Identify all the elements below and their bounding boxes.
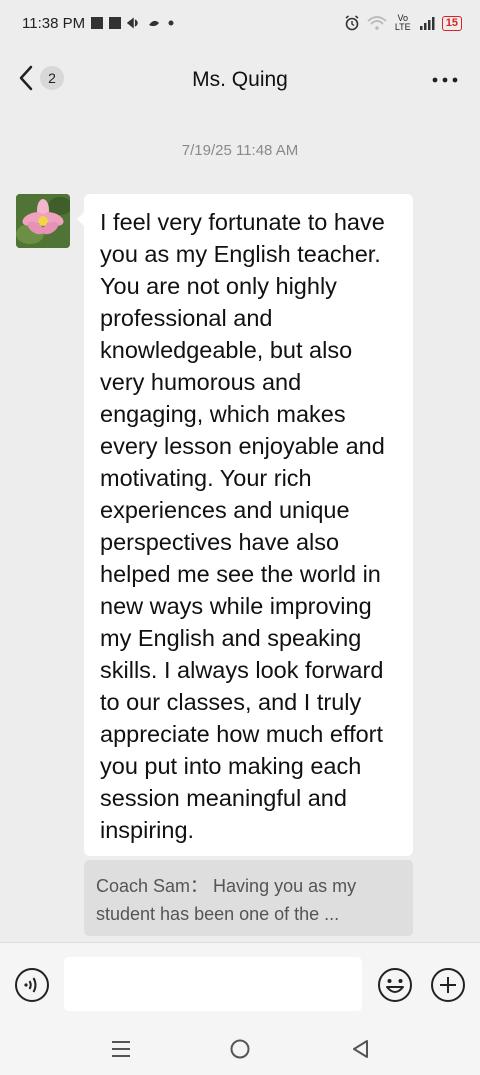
message-timestamp: 7/19/25 11:48 AM — [181, 142, 299, 159]
menu-icon — [112, 1041, 130, 1057]
voice-button[interactable] — [14, 967, 50, 1008]
status-time: 11:38 PM — [22, 14, 86, 32]
more-icon — [432, 77, 458, 83]
quoted-reply[interactable]: Coach Sam： Having you as my student has … — [84, 860, 413, 936]
status-bar: 11:38 PM Vo LTE 15 — [0, 0, 480, 46]
voice-icon — [15, 968, 49, 1002]
input-bar — [0, 942, 480, 1028]
message-bubble[interactable]: I feel very fortunate to have you as my … — [77, 194, 413, 856]
message-text: I feel very fortunate to have you as my … — [100, 209, 385, 843]
chat-title: Ms. Quing — [192, 68, 288, 91]
status-right: Vo LTE 15 — [344, 14, 462, 32]
notification-icon — [91, 17, 104, 29]
system-nav-bar — [0, 1028, 480, 1075]
home-button[interactable] — [229, 1038, 251, 1065]
chat-header: 2 Ms. Quing — [0, 46, 480, 114]
message-input[interactable] — [64, 957, 362, 1011]
wifi-icon — [367, 16, 387, 30]
app-notification-icon — [127, 17, 138, 29]
home-icon — [230, 1039, 250, 1059]
chat-messages[interactable]: 7/19/25 11:48 AM I feel very fortunate t… — [0, 114, 480, 942]
signal-icon — [419, 17, 435, 30]
alarm-icon — [345, 15, 359, 31]
triangle-back-icon — [353, 1040, 368, 1058]
emoji-icon — [378, 968, 412, 1002]
network-label: Vo LTE — [394, 13, 411, 32]
app-notification-icon — [149, 20, 160, 27]
emoji-button[interactable] — [377, 967, 413, 1008]
notification-icon — [109, 17, 122, 29]
battery-indicator: 15 — [441, 15, 462, 31]
contact-avatar[interactable] — [16, 194, 70, 248]
status-left: 11:38 PM — [22, 15, 175, 32]
flower-avatar-icon — [16, 194, 70, 248]
more-button[interactable] — [432, 68, 458, 97]
recent-apps-button[interactable] — [110, 1038, 132, 1065]
system-back-button[interactable] — [350, 1038, 372, 1065]
plus-icon — [431, 968, 465, 1002]
dot-icon — [168, 20, 174, 26]
quoted-reply-text: Coach Sam： Having you as my student has … — [96, 876, 357, 924]
more-actions-button[interactable] — [430, 967, 466, 1008]
